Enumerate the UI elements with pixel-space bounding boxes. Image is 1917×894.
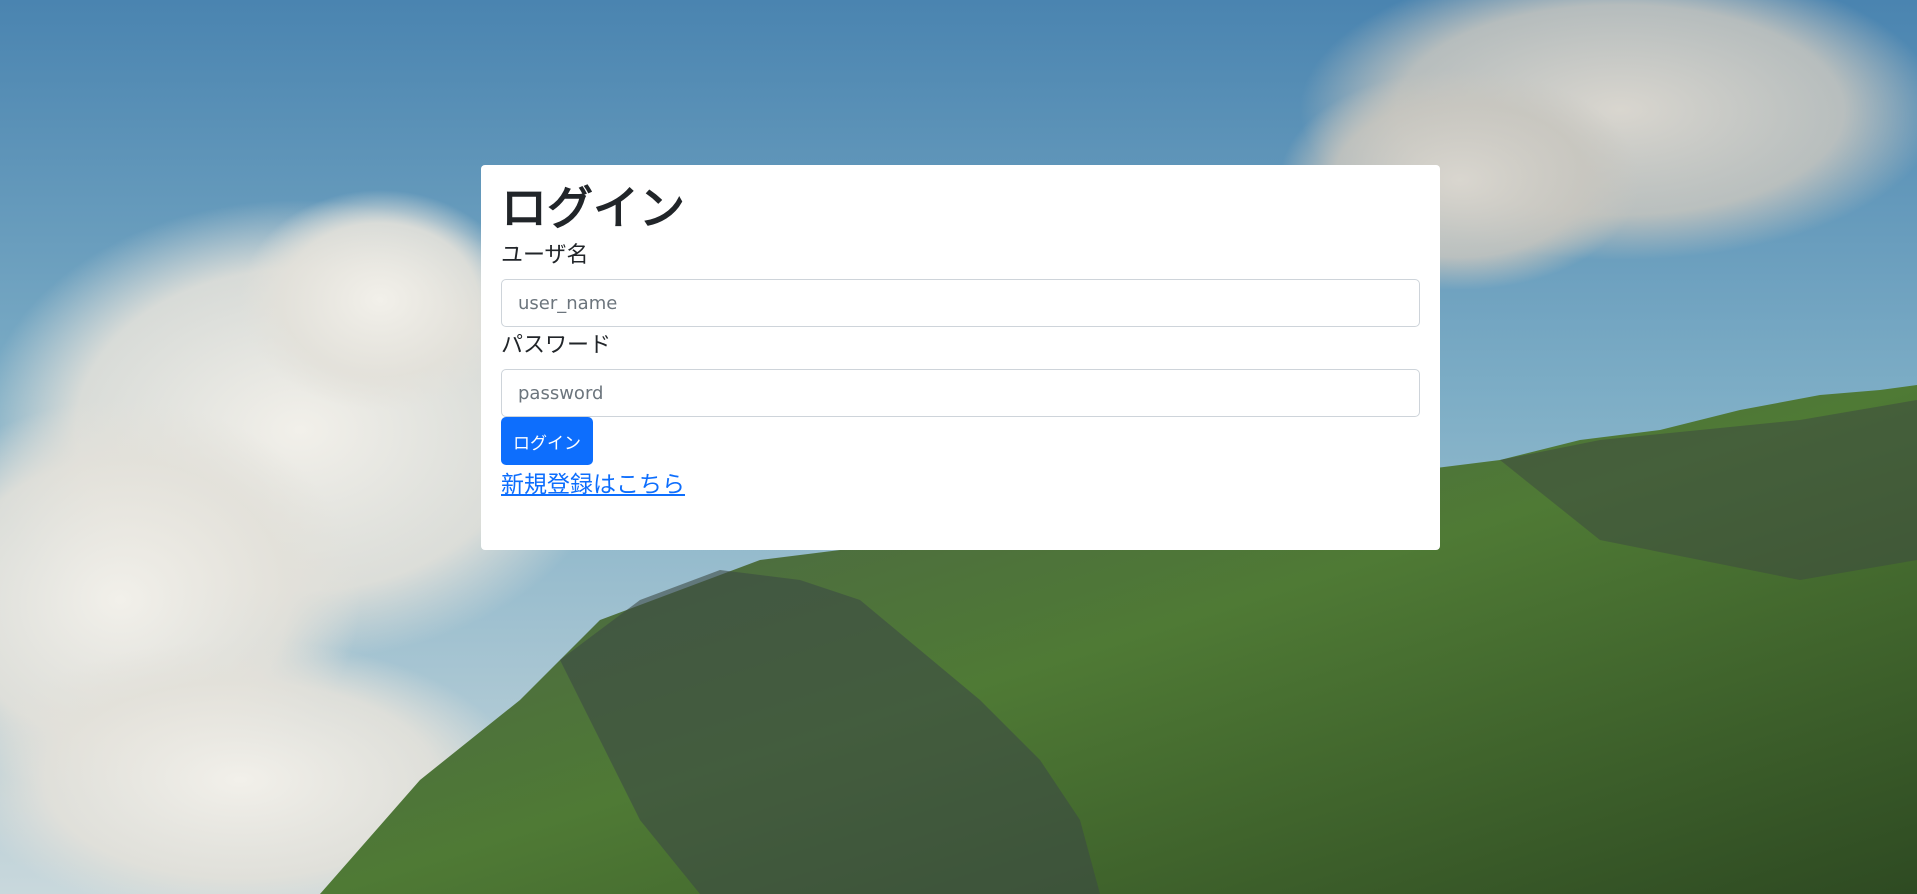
login-card: ログイン ユーザ名 パスワード ログイン 新規登録はこちら <box>481 165 1440 550</box>
password-label: パスワード <box>501 333 612 358</box>
username-input[interactable] <box>501 279 1420 327</box>
page-title: ログイン <box>501 181 685 235</box>
register-link[interactable]: 新規登録はこちら <box>501 469 685 501</box>
login-button[interactable]: ログイン <box>501 417 593 465</box>
password-input[interactable] <box>501 369 1420 417</box>
username-label: ユーザ名 <box>501 243 589 268</box>
